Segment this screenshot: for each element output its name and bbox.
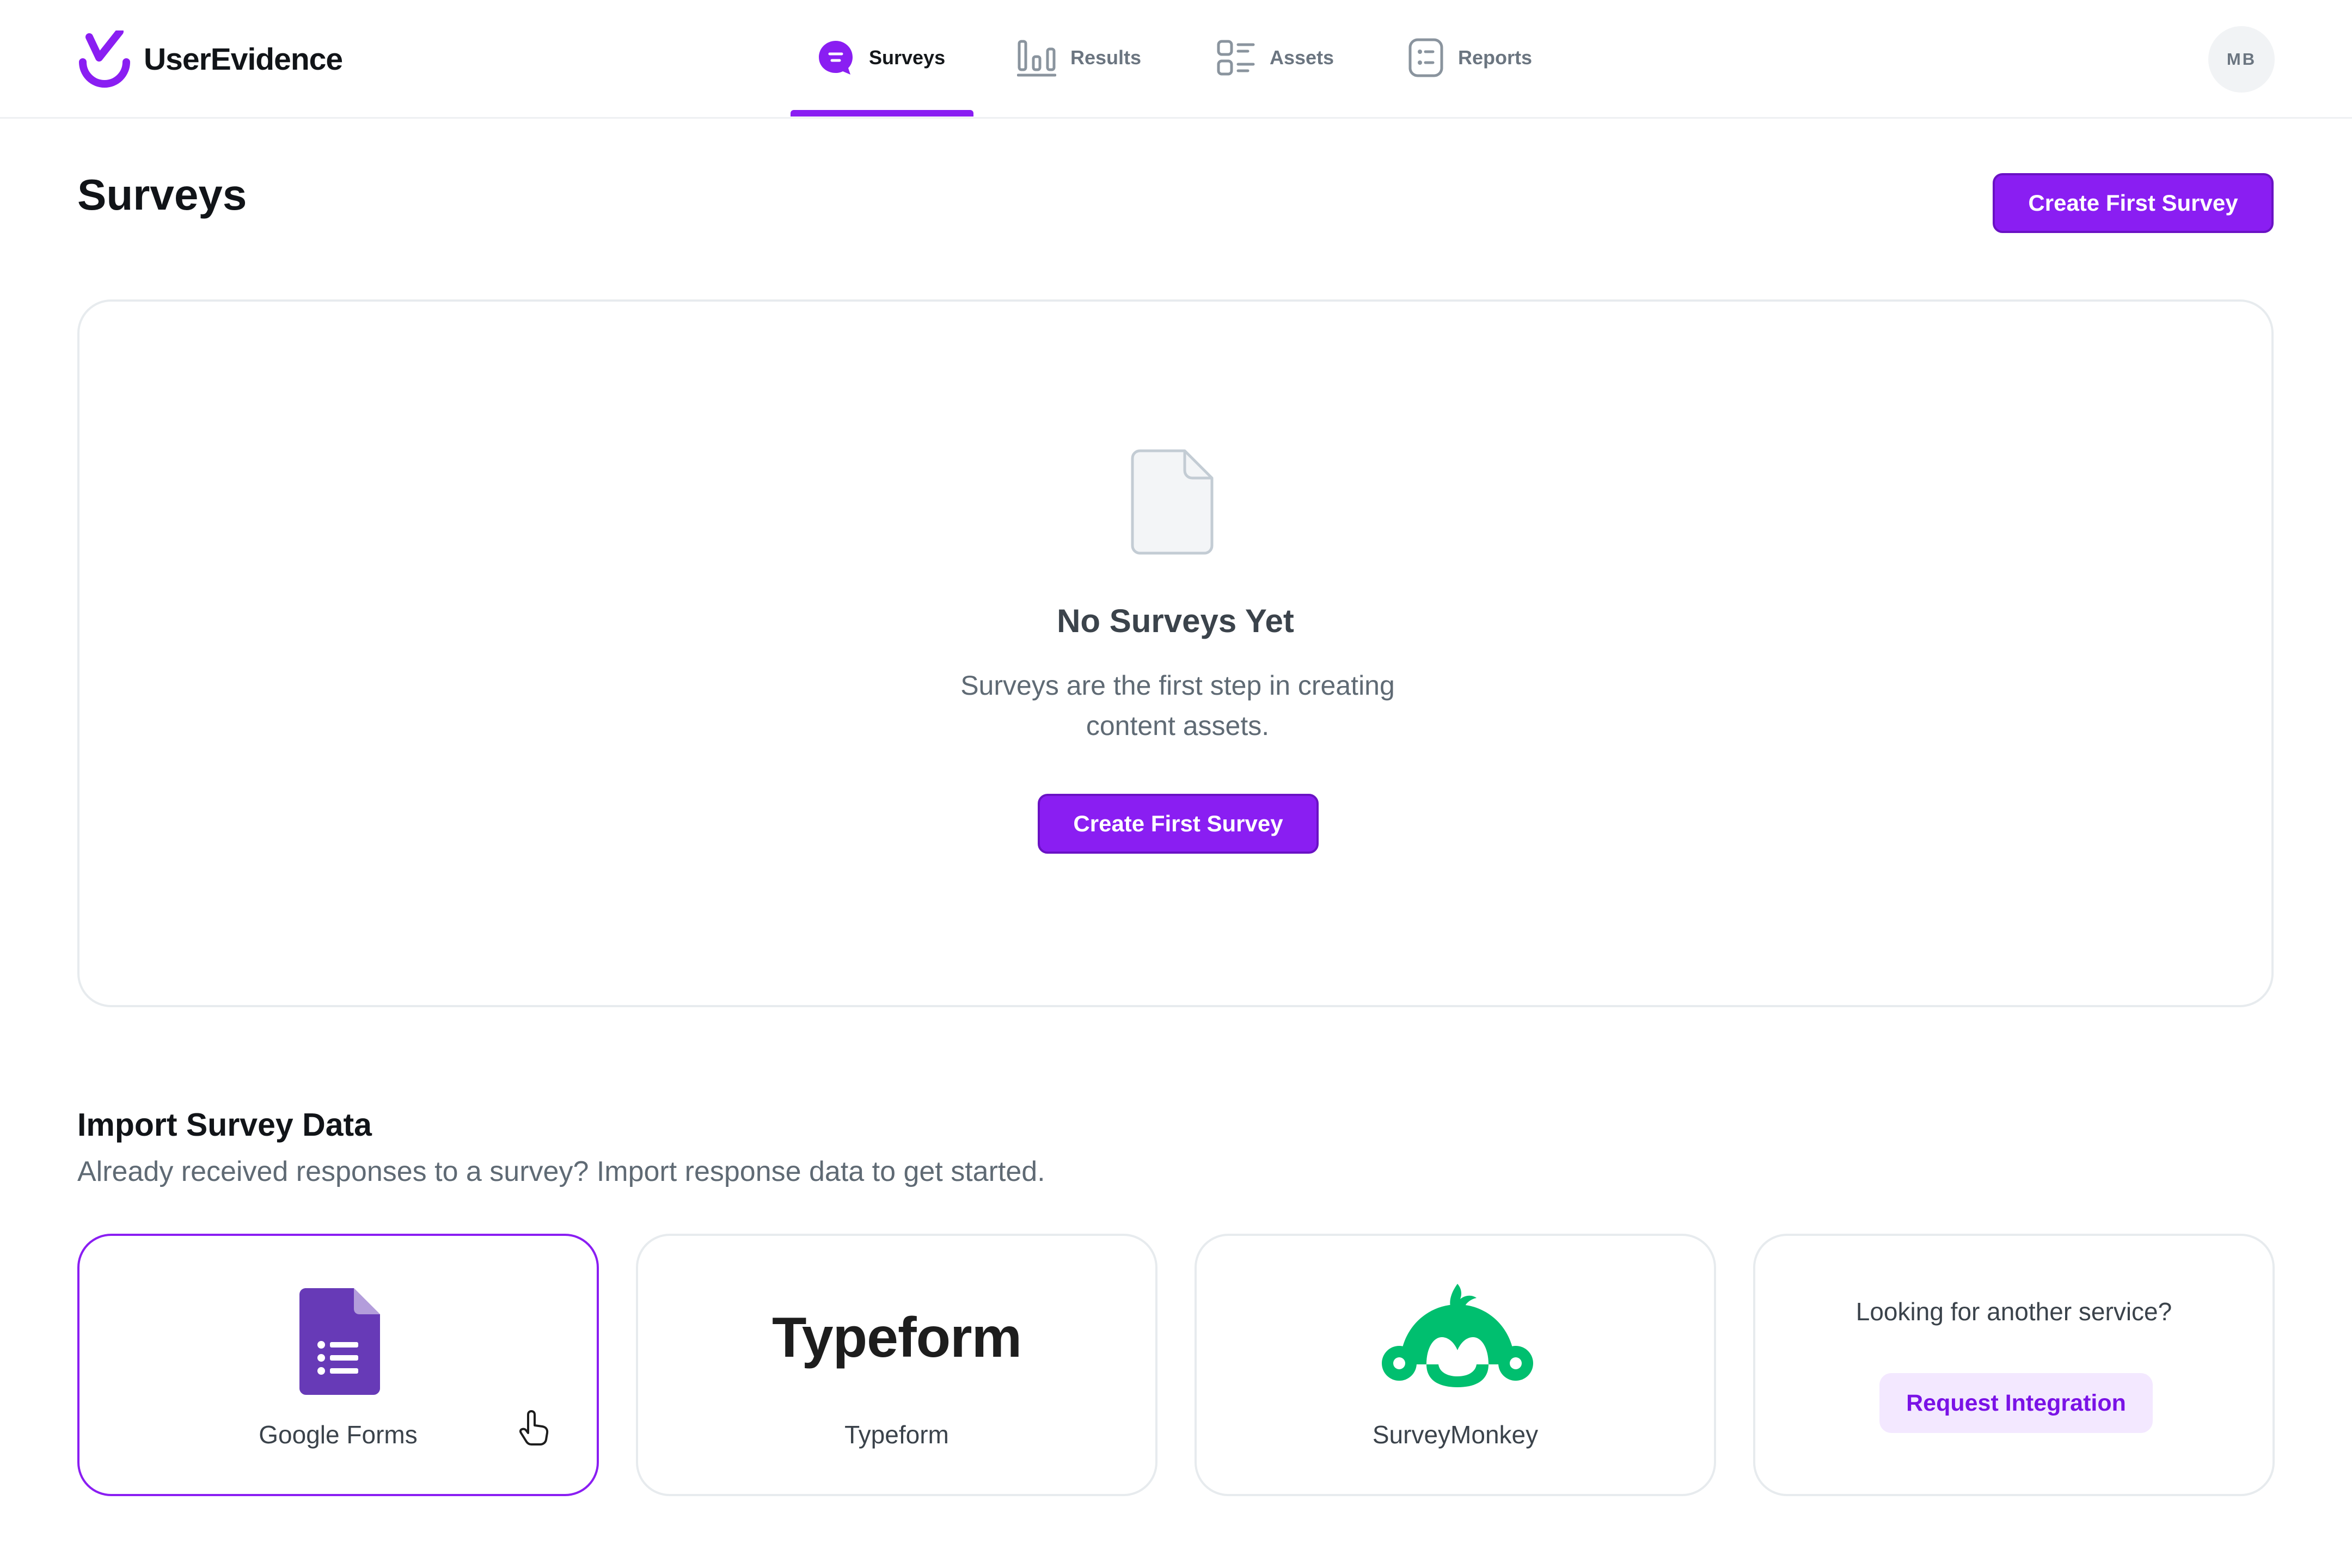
empty-state-description: Surveys are the first step in creating c… [960,670,1395,741]
page-title: Surveys [77,170,247,219]
document-icon [1131,449,1214,555]
surveymonkey-icon [1382,1284,1533,1387]
nav-label: Assets [1270,46,1334,69]
import-card-label: SurveyMonkey [1372,1420,1539,1449]
list-icon [1217,40,1255,76]
empty-state-title: No Surveys Yet [1057,603,1294,639]
nav-label: Surveys [869,46,946,69]
import-section-title: Import Survey Data [77,1107,372,1143]
create-first-survey-button[interactable]: Create First Survey [1993,173,2274,233]
nav-label: Reports [1458,46,1533,69]
empty-state-card: No Surveys Yet Surveys are the first ste… [77,299,2274,1007]
other-service-prompt: Looking for another service? [1855,1297,2172,1326]
google-forms-icon [299,1288,380,1395]
report-icon [1408,38,1443,77]
nav-tab-reports[interactable]: Reports [1408,36,1532,79]
user-avatar[interactable]: MB [2208,26,2275,93]
create-first-survey-button[interactable]: Create First Survey [1038,794,1319,854]
nav-tab-assets[interactable]: Assets [1216,36,1334,79]
nav-tab-surveys[interactable]: Surveys [817,36,945,79]
request-integration-button[interactable]: Request Integration [1879,1373,2153,1433]
import-section-subtitle: Already received responses to a survey? … [77,1156,1045,1187]
nav-label: Results [1070,46,1142,69]
active-tab-indicator [791,110,973,117]
chat-bubble-icon [819,41,853,75]
import-card-other-service: Looking for another service? Request Int… [1753,1234,2275,1496]
import-card-surveymonkey[interactable]: SurveyMonkey [1195,1234,1716,1496]
brand-name: UserEvidence [144,42,343,77]
hand-pointer-cursor-icon [519,1410,549,1445]
import-card-google-forms[interactable]: Google Forms [77,1234,599,1496]
import-card-label: Typeform [844,1420,949,1449]
usereevidence-logo-icon [79,30,130,88]
bar-chart-icon [1017,40,1056,77]
typeform-logo: Typeform [771,1306,1022,1369]
app-logo[interactable]: UserEvidence [77,30,343,88]
import-card-typeform[interactable]: Typeform Typeform [636,1234,1157,1496]
top-navigation-bar: UserEvidence Surveys Results Assets Repo… [0,0,2352,119]
nav-tab-results[interactable]: Results [1017,36,1141,79]
